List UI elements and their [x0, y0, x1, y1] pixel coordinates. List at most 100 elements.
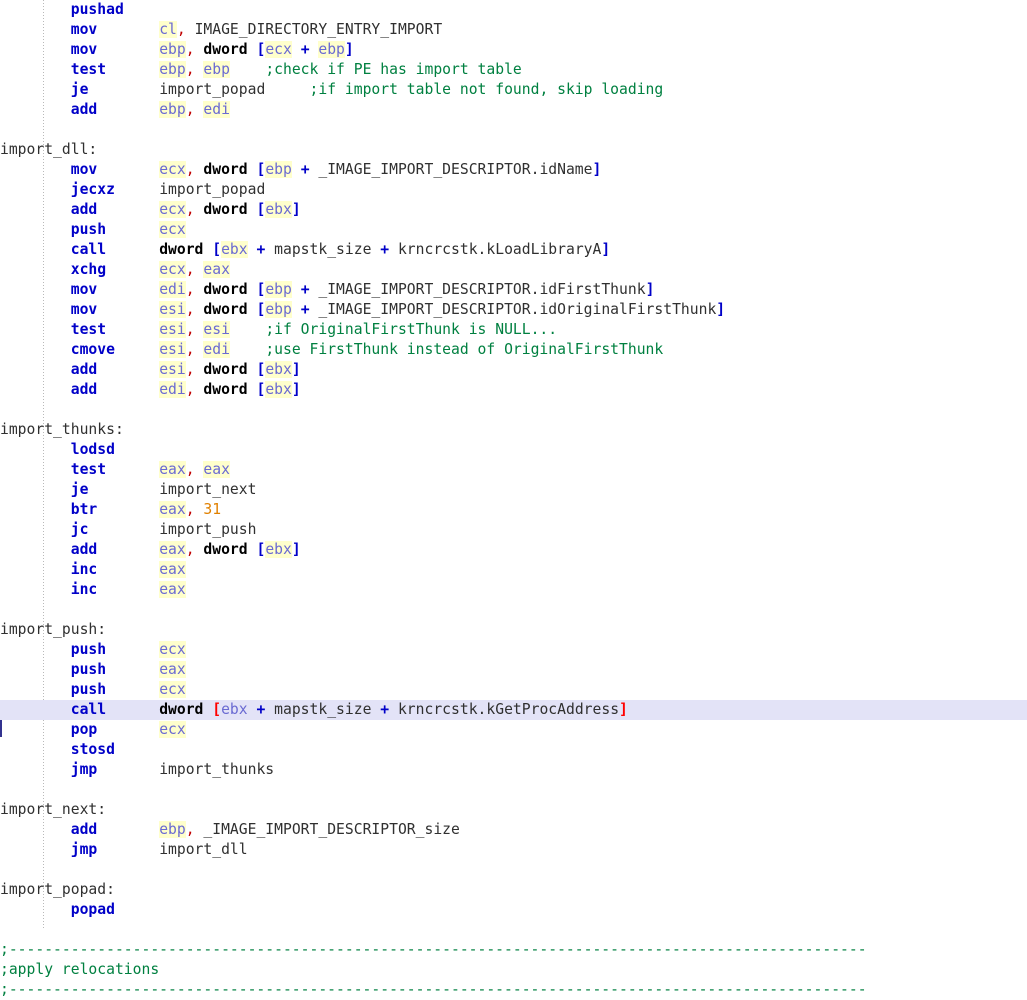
code-line[interactable]: je import_popad ;if import table not fou…	[0, 80, 1027, 100]
token-mn: je	[70, 81, 89, 98]
code-line-current[interactable]: call dword [ebx + mapstk_size + krncrcst…	[0, 700, 1027, 737]
code-line[interactable]	[0, 920, 1027, 940]
code-line[interactable]: cmove esi, edi ;use FirstThunk instead o…	[0, 340, 1027, 360]
code-line[interactable]: add esi, dword [ebx]	[0, 360, 1027, 380]
token-reg: eax	[203, 461, 230, 478]
code-line[interactable]: test eax, eax	[0, 460, 1027, 480]
code-line[interactable]: import_next:	[0, 800, 1027, 820]
code-line[interactable]: add eax, dword [ebx]	[0, 540, 1027, 560]
code-line[interactable]: push ecx	[0, 220, 1027, 240]
code-line[interactable]: add edi, dword [ebx]	[0, 380, 1027, 400]
code-line[interactable]	[0, 780, 1027, 800]
token-brkn: ]	[601, 241, 611, 258]
code-line[interactable]: push ecx	[0, 680, 1027, 700]
token-reg: cl	[159, 21, 177, 38]
token-op: +	[300, 41, 310, 58]
code-line-content: add edi, dword [ebx]	[0, 380, 1027, 400]
code-line-content: import_popad:	[0, 880, 1027, 900]
code-line[interactable]	[0, 600, 1027, 620]
code-line-content: add ebp, edi	[0, 100, 1027, 120]
code-line[interactable]: jecxz import_popad	[0, 180, 1027, 200]
token-id: import_next	[159, 481, 257, 498]
code-line[interactable]: test ebp, ebp ;check if PE has import ta…	[0, 60, 1027, 80]
token-op: +	[380, 241, 390, 258]
token-id: _IMAGE_IMPORT_DESCRIPTOR.idOriginalFirst…	[318, 301, 717, 318]
token-brkn: [	[256, 361, 266, 378]
code-line[interactable]: ;---------------------------------------…	[0, 980, 1027, 1000]
token-id: import_popad	[159, 181, 266, 198]
token-pun: ,	[185, 341, 195, 358]
code-line[interactable]: lodsd	[0, 440, 1027, 460]
code-line[interactable]: import_popad:	[0, 880, 1027, 900]
token-reg: ebx	[221, 241, 248, 258]
code-line[interactable]	[0, 400, 1027, 420]
code-line[interactable]: inc eax	[0, 580, 1027, 600]
code-line[interactable]: push eax	[0, 660, 1027, 680]
code-line[interactable]: mov ecx, dword [ebp + _IMAGE_IMPORT_DESC…	[0, 160, 1027, 180]
token-brk: ]	[619, 701, 628, 718]
code-line[interactable]: import_thunks:	[0, 420, 1027, 440]
token-mn: pushad	[70, 1, 124, 18]
token-kw: dword	[203, 41, 248, 58]
code-editor-viewport[interactable]: pushad mov cl, IMAGE_DIRECTORY_ENTRY_IMP…	[0, 0, 1027, 998]
token-mn: mov	[70, 281, 98, 298]
code-line[interactable]: call dword [ebx + mapstk_size + krncrcst…	[0, 240, 1027, 260]
code-line[interactable]: mov cl, IMAGE_DIRECTORY_ENTRY_IMPORT	[0, 20, 1027, 40]
code-line[interactable]: add ebp, edi	[0, 100, 1027, 120]
code-line[interactable]: import_push:	[0, 620, 1027, 640]
code-line[interactable]: jmp import_thunks	[0, 760, 1027, 780]
code-line[interactable]: popad	[0, 900, 1027, 920]
code-line-content: import_thunks:	[0, 420, 1027, 440]
token-lbl: import_popad:	[0, 881, 115, 898]
code-line[interactable]: xchg ecx, eax	[0, 260, 1027, 280]
code-line[interactable]	[0, 860, 1027, 880]
code-line[interactable]: mov ebp, dword [ecx + ebp]	[0, 40, 1027, 60]
code-line[interactable]: stosd	[0, 740, 1027, 760]
code-line[interactable]: je import_next	[0, 480, 1027, 500]
token-pun: ,	[185, 261, 195, 278]
code-line[interactable]: ;apply relocations	[0, 960, 1027, 980]
code-line[interactable]: btr eax, 31	[0, 500, 1027, 520]
code-line[interactable]: test esi, esi ;if OriginalFirstThunk is …	[0, 320, 1027, 340]
token-mn: mov	[70, 41, 98, 58]
code-line[interactable]: inc eax	[0, 560, 1027, 580]
token-reg: edi	[203, 101, 230, 118]
code-line-content: test esi, esi ;if OriginalFirstThunk is …	[0, 320, 1027, 340]
code-line[interactable]: import_dll:	[0, 140, 1027, 160]
token-reg: ecx	[159, 641, 186, 658]
code-line-content: popad	[0, 900, 1027, 920]
code-lines-container[interactable]: pushad mov cl, IMAGE_DIRECTORY_ENTRY_IMP…	[0, 0, 1027, 1000]
code-line[interactable]: add ecx, dword [ebx]	[0, 200, 1027, 220]
code-line[interactable]: pop ecx	[0, 720, 1027, 740]
code-line-content: call dword [ebx + mapstk_size + krncrcst…	[0, 700, 1027, 720]
code-line-content	[0, 920, 1027, 940]
code-line[interactable]: pushad	[0, 0, 1027, 20]
code-line[interactable]: mov edi, dword [ebp + _IMAGE_IMPORT_DESC…	[0, 280, 1027, 300]
code-line[interactable]: push ecx	[0, 640, 1027, 660]
token-cmt: ;if OriginalFirstThunk is NULL...	[265, 321, 558, 338]
code-line[interactable]: ;---------------------------------------…	[0, 940, 1027, 960]
token-mn: lodsd	[70, 441, 115, 458]
code-line[interactable]	[0, 120, 1027, 140]
code-line[interactable]: add ebp, _IMAGE_IMPORT_DESCRIPTOR_size	[0, 820, 1027, 840]
code-line[interactable]: mov esi, dword [ebp + _IMAGE_IMPORT_DESC…	[0, 300, 1027, 320]
token-kw: dword	[203, 161, 248, 178]
code-line[interactable]: jc import_push	[0, 520, 1027, 540]
token-op: +	[256, 241, 266, 258]
code-line[interactable]: jmp import_dll	[0, 840, 1027, 860]
token-mn: push	[70, 641, 107, 658]
token-id: krncrcstk.kGetProcAddress	[397, 701, 620, 718]
